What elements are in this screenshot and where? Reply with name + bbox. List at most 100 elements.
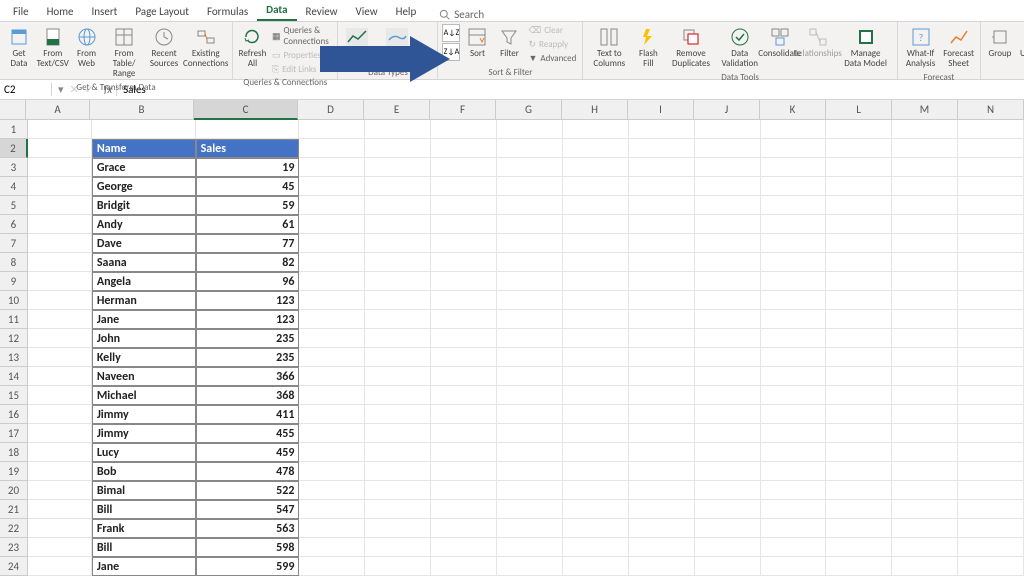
cell-A17[interactable] <box>28 424 92 443</box>
cell-M8[interactable] <box>892 253 958 272</box>
cell-J4[interactable] <box>695 177 761 196</box>
queries-connections-button[interactable]: ▦Queries & Connections <box>270 24 334 48</box>
cell-D4[interactable] <box>299 177 365 196</box>
cell-H23[interactable] <box>563 538 629 557</box>
cell-D2[interactable] <box>299 139 365 158</box>
cell-G9[interactable] <box>497 272 563 291</box>
cell-D7[interactable] <box>299 234 365 253</box>
cell-K16[interactable] <box>761 405 827 424</box>
cell-G22[interactable] <box>497 519 563 538</box>
cell-M15[interactable] <box>892 386 958 405</box>
cell-F5[interactable] <box>431 196 497 215</box>
col-header-B[interactable]: B <box>90 100 194 120</box>
cell-D10[interactable] <box>299 291 365 310</box>
col-header-H[interactable]: H <box>562 100 628 120</box>
cell-C12[interactable]: 235 <box>196 329 300 348</box>
cell-B19[interactable]: Bob <box>92 462 196 481</box>
cell-H8[interactable] <box>563 253 629 272</box>
col-header-E[interactable]: E <box>364 100 430 120</box>
cell-H14[interactable] <box>563 367 629 386</box>
filter-button[interactable]: Filter <box>494 24 524 61</box>
cell-F4[interactable] <box>431 177 497 196</box>
row-header-4[interactable]: 4 <box>0 177 28 196</box>
row-header-21[interactable]: 21 <box>0 500 28 519</box>
cell-J14[interactable] <box>695 367 761 386</box>
cell-A1[interactable] <box>28 120 92 139</box>
row-header-11[interactable]: 11 <box>0 310 28 329</box>
cell-I4[interactable] <box>629 177 695 196</box>
cell-K17[interactable] <box>761 424 827 443</box>
cell-B5[interactable]: Bridgit <box>92 196 196 215</box>
cell-B22[interactable]: Frank <box>92 519 196 538</box>
edit-links-button[interactable]: ⎘Edit Links <box>270 63 334 76</box>
cell-H9[interactable] <box>563 272 629 291</box>
cell-G24[interactable] <box>497 557 563 576</box>
cell-F17[interactable] <box>431 424 497 443</box>
cell-L16[interactable] <box>826 405 892 424</box>
cell-G18[interactable] <box>497 443 563 462</box>
cell-G21[interactable] <box>497 500 563 519</box>
cell-A13[interactable] <box>28 348 92 367</box>
cell-E12[interactable] <box>365 329 431 348</box>
cell-E11[interactable] <box>365 310 431 329</box>
cell-I2[interactable] <box>629 139 695 158</box>
cell-C24[interactable]: 599 <box>196 557 300 576</box>
cell-N1[interactable] <box>958 120 1024 139</box>
cell-B24[interactable]: Jane <box>92 557 196 576</box>
cell-J10[interactable] <box>695 291 761 310</box>
cell-A19[interactable] <box>28 462 92 481</box>
cell-M21[interactable] <box>892 500 958 519</box>
cell-B1[interactable] <box>92 120 196 139</box>
cell-M2[interactable] <box>892 139 958 158</box>
cell-F19[interactable] <box>431 462 497 481</box>
cell-A21[interactable] <box>28 500 92 519</box>
cell-B23[interactable]: Bill <box>92 538 196 557</box>
cell-N16[interactable] <box>958 405 1024 424</box>
cell-L2[interactable] <box>826 139 892 158</box>
cell-L9[interactable] <box>826 272 892 291</box>
cell-K8[interactable] <box>761 253 827 272</box>
cell-K14[interactable] <box>761 367 827 386</box>
cell-K12[interactable] <box>761 329 827 348</box>
cell-L14[interactable] <box>826 367 892 386</box>
cell-G5[interactable] <box>497 196 563 215</box>
cell-N4[interactable] <box>958 177 1024 196</box>
cell-L15[interactable] <box>826 386 892 405</box>
tab-review[interactable]: Review <box>297 2 347 21</box>
cell-M12[interactable] <box>892 329 958 348</box>
cell-K20[interactable] <box>761 481 827 500</box>
cell-M4[interactable] <box>892 177 958 196</box>
cell-B4[interactable]: George <box>92 177 196 196</box>
cell-N19[interactable] <box>958 462 1024 481</box>
cell-B14[interactable]: Naveen <box>92 367 196 386</box>
cell-K19[interactable] <box>761 462 827 481</box>
cell-G23[interactable] <box>497 538 563 557</box>
cell-F13[interactable] <box>431 348 497 367</box>
cell-D9[interactable] <box>299 272 365 291</box>
cell-E19[interactable] <box>365 462 431 481</box>
cell-F18[interactable] <box>431 443 497 462</box>
cell-J18[interactable] <box>695 443 761 462</box>
tab-data[interactable]: Data <box>257 0 296 21</box>
cell-H7[interactable] <box>563 234 629 253</box>
cell-C1[interactable] <box>196 120 300 139</box>
row-header-24[interactable]: 24 <box>0 557 28 576</box>
cell-B8[interactable]: Saana <box>92 253 196 272</box>
cell-C7[interactable]: 77 <box>196 234 300 253</box>
cell-K9[interactable] <box>761 272 827 291</box>
cell-L21[interactable] <box>826 500 892 519</box>
cell-G15[interactable] <box>497 386 563 405</box>
cell-H15[interactable] <box>563 386 629 405</box>
select-all-corner[interactable] <box>0 100 26 120</box>
col-header-L[interactable]: L <box>826 100 892 120</box>
sort-za-button[interactable]: Z↓A <box>442 43 460 61</box>
cell-F21[interactable] <box>431 500 497 519</box>
cell-C17[interactable]: 455 <box>196 424 300 443</box>
cell-C3[interactable]: 19 <box>196 158 300 177</box>
cell-L7[interactable] <box>826 234 892 253</box>
cell-D19[interactable] <box>299 462 365 481</box>
cell-G1[interactable] <box>497 120 563 139</box>
cell-J13[interactable] <box>695 348 761 367</box>
cell-D13[interactable] <box>299 348 365 367</box>
col-header-G[interactable]: G <box>496 100 562 120</box>
